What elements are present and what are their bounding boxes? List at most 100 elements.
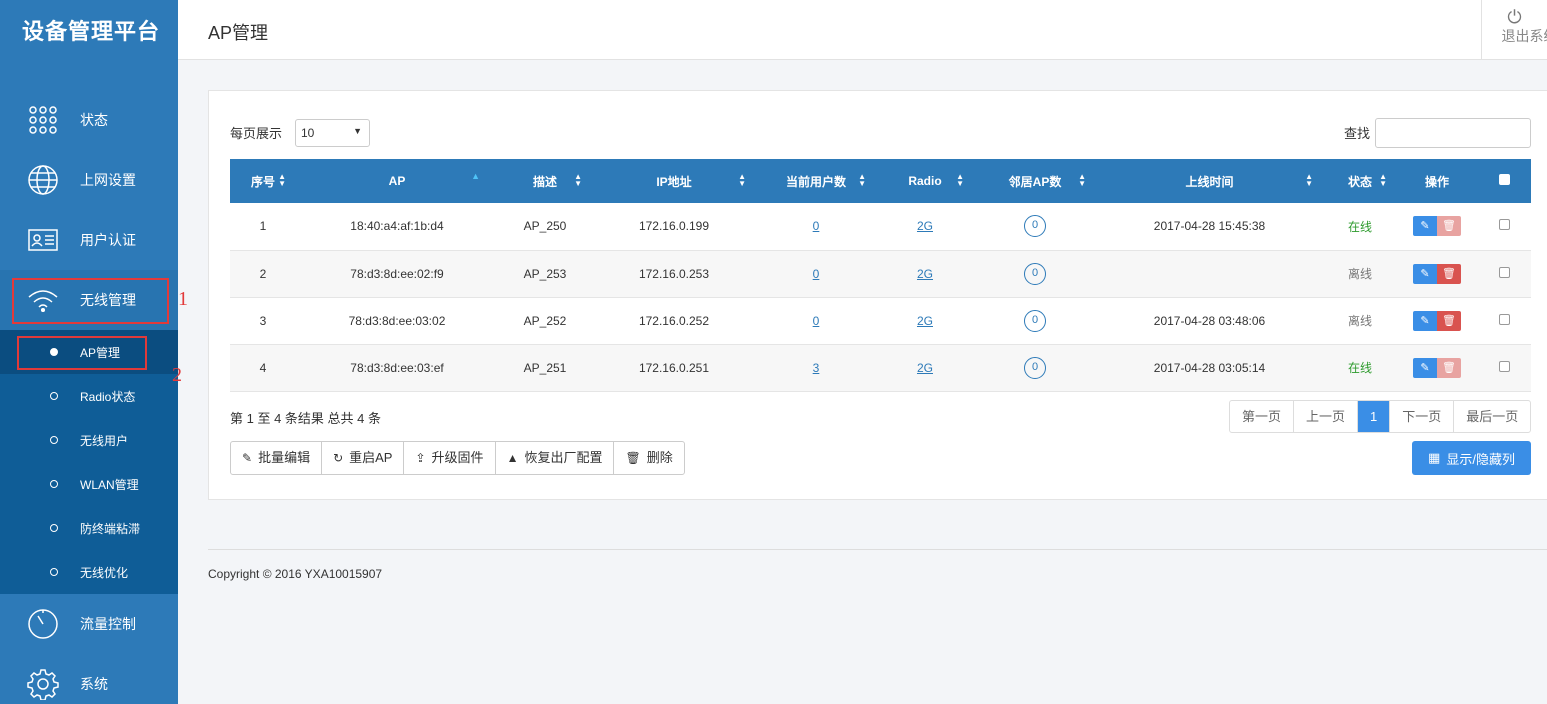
cell-actions: ✎ 🗑 [1397,344,1477,391]
pager-current[interactable]: 1 [1358,401,1391,432]
edit-button[interactable]: ✎ [1413,263,1437,284]
sidebar-item-network[interactable]: 上网设置 [0,150,178,210]
col-header-online-time[interactable]: 上线时间 ▲ ▼ [1096,159,1323,203]
refresh-icon: ↻ [333,451,344,465]
cell-online-time: 2017-04-28 03:48:06 [1153,313,1266,328]
trash-icon: 🗑 [1442,361,1456,374]
sidebar-item-status[interactable]: 状态 [0,90,178,150]
row-checkbox[interactable] [1498,360,1510,372]
sidebar-subitem-label: Radio状态 [80,389,136,404]
footer-divider [208,549,1547,550]
cell-ip: 172.16.0.253 [638,266,710,281]
sidebar-subitem-anti-sticky[interactable]: 防终端粘滞 [0,506,178,550]
radio-link[interactable]: 2G [917,361,933,375]
col-header-status[interactable]: 状态 ▲ ▼ [1323,159,1397,203]
speedometer-icon [26,607,60,641]
toggle-columns-button[interactable]: ▦ 显示/隐藏列 [1412,441,1531,475]
radio-link[interactable]: 2G [917,219,933,233]
edit-button[interactable]: ✎ [1413,216,1437,237]
cell-desc: AP_250 [523,219,567,234]
sidebar-item-system[interactable]: 系统 [0,654,178,704]
radio-link[interactable]: 2G [917,314,933,328]
col-header-users[interactable]: 当前用户数 ▲ ▼ [756,159,876,203]
col-header-actions: 操作 [1424,174,1449,189]
result-summary: 第 1 至 4 条结果 总共 4 条 [230,411,381,426]
cell-index: 3 [259,313,267,328]
users-link[interactable]: 0 [813,219,820,233]
id-card-icon [26,223,60,257]
batch-edit-button[interactable]: ✎ 批量编辑 [231,442,323,474]
neighbors-badge[interactable]: 0 [1024,309,1046,332]
delete-button[interactable]: 🗑 [1437,310,1461,331]
sort-icon: ▲ ▼ [1078,172,1086,188]
copyright: Copyright © 2016 YXA10015907 [208,567,383,581]
edit-button[interactable]: ✎ [1413,310,1437,331]
sidebar-subitem-wlan[interactable]: WLAN管理 [0,462,178,506]
pager-prev[interactable]: 上一页 [1294,401,1359,432]
col-header-ip[interactable]: IP地址 ▲ ▼ [592,159,756,203]
users-link[interactable]: 0 [813,267,820,281]
grid-dots-icon [26,103,60,137]
cell-users: 3 [756,344,876,391]
col-header-select-all[interactable] [1477,159,1531,203]
col-header-radio[interactable]: Radio ▲ ▼ [876,159,974,203]
col-header-neighbors[interactable]: 邻居AP数 ▲ ▼ [974,159,1096,203]
neighbors-badge[interactable]: 0 [1024,262,1046,285]
bulk-delete-button[interactable]: 🗑 删除 [614,442,683,474]
neighbors-badge[interactable]: 0 [1024,215,1046,238]
cell-desc: AP_253 [523,266,567,281]
per-page-select[interactable]: 10 ▼ [295,119,370,147]
search-label: 查找 [1344,126,1371,141]
cell-ap-mac: 18:40:a4:af:1b:d4 [350,219,444,234]
sort-icon: ▲ ▼ [574,172,582,188]
row-checkbox[interactable] [1498,266,1510,278]
sidebar-subitem-label: WLAN管理 [80,477,139,492]
cell-ap-mac: 78:d3:8d:ee:03:02 [348,313,446,328]
edit-button[interactable]: ✎ [1413,357,1437,378]
cell-neighbors: 0 [974,203,1096,250]
sidebar-item-traffic[interactable]: 流量控制 [0,594,178,654]
logout-button[interactable]: ⏻ 退出系统 [1481,0,1547,60]
cell-status: 离线 [1347,267,1372,281]
power-icon: ⏻ [1507,7,1522,27]
logout-label: 退出系统 [1501,28,1547,44]
sort-icon: ▲ ▼ [1305,172,1313,188]
neighbors-badge[interactable]: 0 [1024,356,1046,379]
radio-link[interactable]: 2G [917,267,933,281]
cell-online-time: 2017-04-28 15:45:38 [1153,219,1266,234]
sidebar-subitem-radio[interactable]: Radio状态 [0,374,178,418]
sidebar-subitem-label: 防终端粘滞 [80,521,141,536]
select-all-checkbox[interactable] [1498,174,1510,185]
pager-first[interactable]: 第一页 [1230,401,1295,432]
sort-icon: ▲ ▼ [738,172,746,188]
cell-actions: ✎ 🗑 [1397,203,1477,250]
reboot-ap-button[interactable]: ↻ 重启AP [322,442,405,474]
cell-select [1477,344,1531,391]
col-header-desc[interactable]: 描述 ▲ ▼ [498,159,592,203]
col-header-index[interactable]: 序号 ▲ ▼ [230,159,296,203]
upgrade-firmware-button[interactable]: ⇪ 升级固件 [404,442,496,474]
factory-reset-button[interactable]: ▲ 恢复出厂配置 [496,442,615,474]
row-checkbox[interactable] [1498,313,1510,325]
users-link[interactable]: 0 [813,314,820,328]
search-input[interactable] [1375,118,1531,148]
sidebar-subitem-wireless-users[interactable]: 无线用户 [0,418,178,462]
row-checkbox[interactable] [1498,219,1510,231]
cell-ip: 172.16.0.199 [638,219,710,234]
pencil-icon: ✎ [242,451,253,465]
users-link[interactable]: 3 [813,361,820,375]
top-header: AP管理 ⏻ 退出系统 [178,0,1547,60]
cell-status: 在线 [1347,361,1372,375]
delete-button[interactable]: 🗑 [1437,216,1461,237]
pager-next[interactable]: 下一页 [1390,401,1455,432]
sidebar-subitem-optimize[interactable]: 无线优化 [0,550,178,594]
pager-last[interactable]: 最后一页 [1454,401,1530,432]
sidebar-item-auth[interactable]: 用户认证 [0,210,178,270]
sidebar-item-label: 上网设置 [80,172,136,188]
cell-index: 1 [259,219,267,234]
col-header-ap[interactable]: AP ▲ [296,159,498,203]
delete-button[interactable]: 🗑 [1437,357,1461,378]
ap-table-panel: 每页展示 10 ▼ 查找 序号 ▲ ▼ AP ▲ 描述 ▲ ▼ IP地址 ▲ ▼ 当前用户数 ▲… [208,90,1547,500]
cell-ap-mac: 78:d3:8d:ee:03:ef [350,360,444,375]
delete-button[interactable]: 🗑 [1437,263,1461,284]
